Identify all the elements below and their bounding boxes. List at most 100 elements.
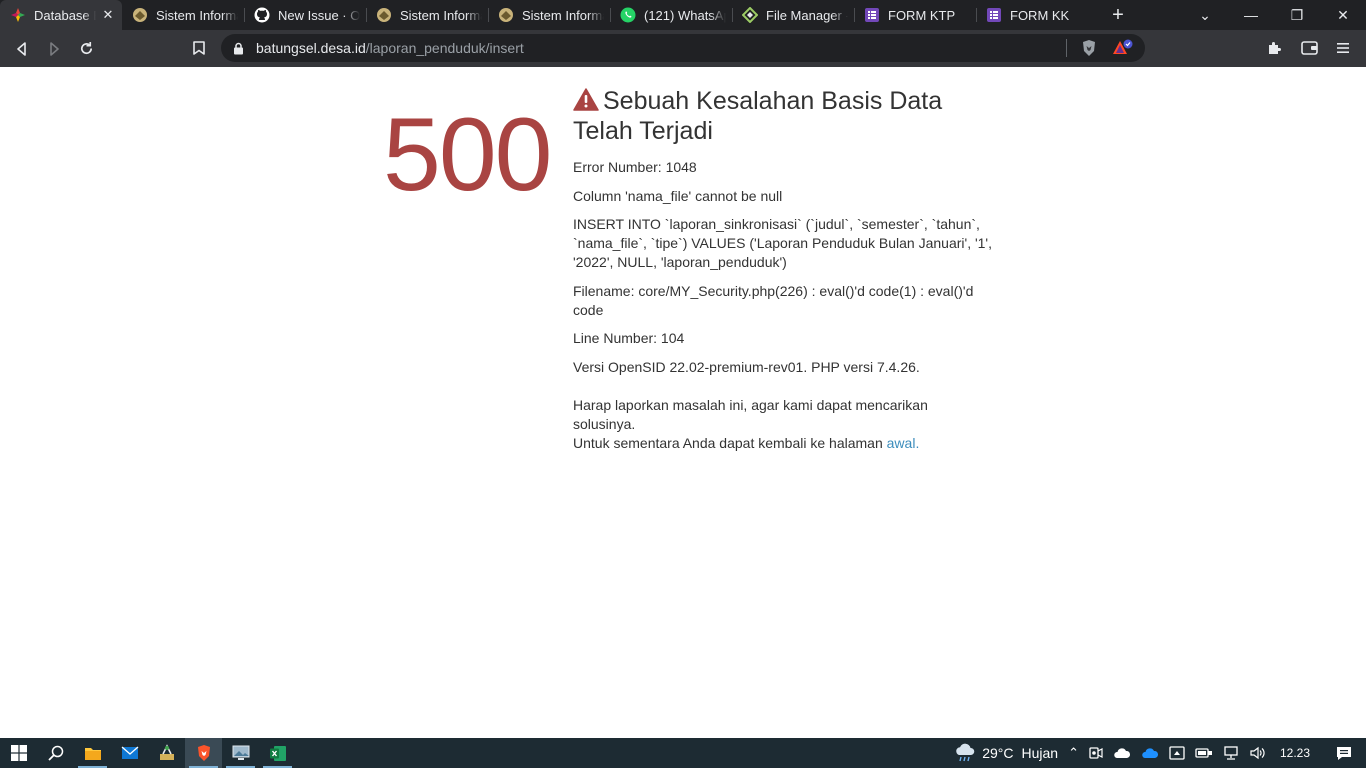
hamburger-menu-icon bbox=[1337, 43, 1349, 53]
garuda-emblem-icon bbox=[498, 7, 514, 23]
chevron-down-icon: ⌄ bbox=[1199, 6, 1211, 23]
puzzle-piece-icon bbox=[1269, 42, 1281, 54]
close-window-button[interactable]: ✕ bbox=[1320, 0, 1366, 30]
tab-database-error[interactable]: Database Error ✕ bbox=[0, 0, 122, 30]
reload-icon bbox=[80, 41, 92, 55]
tab-title: Sistem Informasi bbox=[156, 7, 238, 23]
cloud-icon[interactable] bbox=[1108, 738, 1136, 768]
taskbar-image-viewer[interactable] bbox=[222, 738, 259, 768]
tab-title: File Manager - C bbox=[766, 7, 848, 23]
taskbar-brave-browser[interactable] bbox=[185, 738, 222, 768]
garuda-emblem-icon bbox=[376, 7, 392, 23]
bookmark-icon bbox=[193, 41, 205, 55]
tab-title: New Issue · OpenSID bbox=[278, 7, 360, 23]
monitor-icon bbox=[232, 745, 249, 760]
weather-widget[interactable]: 29°C Hujan bbox=[949, 738, 1063, 768]
excel-icon bbox=[269, 745, 286, 761]
reload-button[interactable] bbox=[70, 33, 102, 65]
brave-icon bbox=[197, 745, 210, 761]
brave-shields-icon[interactable] bbox=[1077, 36, 1101, 60]
error-query: INSERT INTO `laporan_sinkronisasi` (`jud… bbox=[573, 216, 992, 270]
bookmark-button[interactable] bbox=[183, 32, 215, 64]
capture-icon[interactable] bbox=[1164, 738, 1190, 768]
error-line-number: Line Number: 104 bbox=[573, 330, 685, 346]
notification-icon bbox=[1337, 746, 1351, 760]
back-button[interactable] bbox=[6, 33, 38, 65]
file-manager-icon bbox=[742, 7, 758, 23]
tab-title: FORM KTP bbox=[888, 7, 956, 23]
wallet-icon bbox=[1300, 41, 1318, 55]
plus-icon: + bbox=[1112, 3, 1124, 26]
brave-rewards-icon[interactable] bbox=[1111, 36, 1135, 60]
error-code: 500 bbox=[383, 97, 553, 213]
restore-button[interactable]: ❐ bbox=[1274, 0, 1320, 30]
whatsapp-icon bbox=[620, 7, 636, 23]
rain-cloud-icon bbox=[956, 743, 975, 762]
show-hidden-icons-button[interactable]: ⌃ bbox=[1063, 738, 1084, 768]
usb-device-icon[interactable] bbox=[1190, 738, 1218, 768]
google-forms-icon bbox=[986, 7, 1002, 23]
address-bar[interactable]: batungsel.desa.id/laporan_penduduk/inser… bbox=[221, 34, 1145, 62]
warning-icon bbox=[573, 88, 599, 117]
tab-title: Sistem Informasi bbox=[522, 7, 604, 23]
tab-sistem-informasi-3[interactable]: Sistem Informasi bbox=[488, 0, 610, 30]
page-content: 500 Sebuah Kesalahan Basis Data Telah Te… bbox=[0, 67, 1366, 738]
taskbar-app[interactable] bbox=[148, 738, 185, 768]
extensions-button[interactable] bbox=[1258, 32, 1292, 64]
home-link[interactable]: awal bbox=[887, 435, 916, 451]
search-icon bbox=[47, 745, 63, 761]
new-tab-button[interactable]: + bbox=[1098, 0, 1138, 30]
menu-button[interactable] bbox=[1326, 32, 1360, 64]
tab-strip: Database Error ✕ Sistem Informasi New Is… bbox=[0, 0, 1366, 30]
onedrive-icon[interactable] bbox=[1136, 738, 1164, 768]
forward-arrow-icon bbox=[50, 41, 59, 56]
mail-icon bbox=[121, 746, 138, 759]
search-button[interactable] bbox=[37, 738, 74, 768]
system-tray: 29°C Hujan ⌃ 12.23 bbox=[949, 738, 1366, 768]
tab-form-ktp[interactable]: FORM KTP bbox=[854, 0, 976, 30]
taskbar-clock[interactable]: 12.23 bbox=[1272, 738, 1322, 768]
minimize-icon: — bbox=[1244, 7, 1258, 23]
back-arrow-icon bbox=[17, 41, 26, 56]
taskbar: 29°C Hujan ⌃ 12.23 bbox=[0, 738, 1366, 768]
tab-title: FORM KK bbox=[1010, 7, 1070, 23]
lock-icon bbox=[233, 41, 247, 55]
taskbar-file-explorer[interactable] bbox=[74, 738, 111, 768]
network-icon[interactable] bbox=[1218, 738, 1244, 768]
taskbar-excel[interactable] bbox=[259, 738, 296, 768]
back-text: Untuk sementara Anda dapat kembali ke ha… bbox=[573, 434, 883, 451]
report-line: Harap laporkan masalah ini, agar kami da… bbox=[573, 396, 928, 432]
error-number: Error Number: 1048 bbox=[573, 159, 697, 175]
tab-new-issue[interactable]: New Issue · OpenSID bbox=[244, 0, 366, 30]
tab-search-button[interactable]: ⌄ bbox=[1182, 0, 1228, 30]
error-heading-text: Sebuah Kesalahan Basis Data Telah Terjad… bbox=[573, 87, 943, 145]
taskbar-mail[interactable] bbox=[111, 738, 148, 768]
url-host: batungsel.desa.id bbox=[256, 40, 366, 56]
notification-center-button[interactable] bbox=[1322, 738, 1366, 768]
volume-icon[interactable] bbox=[1244, 738, 1272, 768]
google-forms-icon bbox=[864, 7, 880, 23]
start-button[interactable] bbox=[0, 738, 37, 768]
forward-button[interactable] bbox=[38, 33, 70, 65]
wallet-button[interactable] bbox=[1292, 32, 1326, 64]
error-details: Sebuah Kesalahan Basis Data Telah Terjad… bbox=[573, 87, 993, 462]
folder-icon bbox=[84, 747, 101, 760]
tab-form-kk[interactable]: FORM KK bbox=[976, 0, 1098, 30]
minimize-button[interactable]: — bbox=[1228, 0, 1274, 30]
close-icon[interactable]: ✕ bbox=[100, 7, 116, 23]
restore-icon: ❐ bbox=[1290, 6, 1304, 23]
report-note: Harap laporkan masalah ini, agar kami da… bbox=[573, 396, 993, 453]
tab-title: Database Error bbox=[34, 7, 96, 23]
tab-title: Sistem Informasi bbox=[400, 7, 482, 23]
tab-sistem-informasi-2[interactable]: Sistem Informasi bbox=[366, 0, 488, 30]
error-filename: Filename: core/MY_Security.php(226) : ev… bbox=[573, 282, 974, 318]
opensid-logo-icon bbox=[10, 7, 26, 23]
meet-now-icon[interactable] bbox=[1084, 738, 1108, 768]
tab-whatsapp[interactable]: (121) WhatsApp bbox=[610, 0, 732, 30]
tab-sistem-informasi-1[interactable]: Sistem Informasi bbox=[122, 0, 244, 30]
tab-file-manager[interactable]: File Manager - C bbox=[732, 0, 854, 30]
url-path: /laporan_penduduk/insert bbox=[365, 40, 524, 56]
error-message: Column 'nama_file' cannot be null bbox=[573, 187, 783, 204]
url-text: batungsel.desa.id/laporan_penduduk/inser… bbox=[256, 40, 524, 56]
tools-app-icon bbox=[159, 744, 174, 760]
